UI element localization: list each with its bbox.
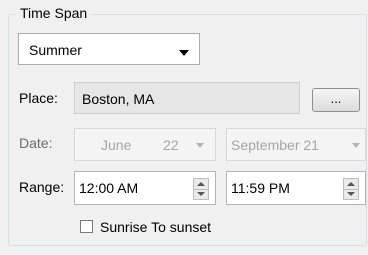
spin-up-icon bbox=[347, 182, 355, 186]
chevron-down-icon bbox=[179, 50, 189, 56]
browse-place-button[interactable]: ... bbox=[312, 88, 360, 112]
end-date-value: September 21 bbox=[231, 137, 319, 153]
spin-down-icon bbox=[197, 192, 205, 196]
sunrise-to-sunset-label[interactable]: Sunrise To sunset bbox=[100, 219, 211, 235]
period-select[interactable]: Summer bbox=[18, 33, 200, 65]
end-date-select[interactable]: September 21 bbox=[226, 128, 366, 161]
spin-up-icon bbox=[197, 182, 205, 186]
range-start-spinner[interactable] bbox=[193, 178, 209, 200]
place-value: Boston, MA bbox=[82, 91, 155, 107]
start-date-select[interactable]: June 22 bbox=[74, 128, 216, 161]
range-end-value: 11:59 PM bbox=[231, 180, 290, 196]
start-day-value: 22 bbox=[163, 137, 179, 153]
place-label: Place: bbox=[19, 90, 58, 106]
range-end-spinner[interactable] bbox=[343, 178, 359, 200]
place-field[interactable]: Boston, MA bbox=[74, 82, 300, 114]
chevron-down-icon bbox=[196, 143, 204, 148]
group-title: Time Span bbox=[16, 5, 92, 21]
range-start-input[interactable]: 12:00 AM bbox=[74, 171, 216, 205]
start-month-value: June bbox=[101, 137, 132, 153]
range-start-value: 12:00 AM bbox=[79, 180, 139, 196]
chevron-down-icon bbox=[352, 143, 360, 148]
period-value: Summer bbox=[29, 42, 82, 58]
spin-down-icon bbox=[347, 192, 355, 196]
range-end-input[interactable]: 11:59 PM bbox=[226, 171, 366, 205]
date-label: Date: bbox=[19, 135, 53, 151]
sunrise-to-sunset-checkbox[interactable] bbox=[80, 220, 93, 233]
range-label: Range: bbox=[19, 179, 65, 195]
